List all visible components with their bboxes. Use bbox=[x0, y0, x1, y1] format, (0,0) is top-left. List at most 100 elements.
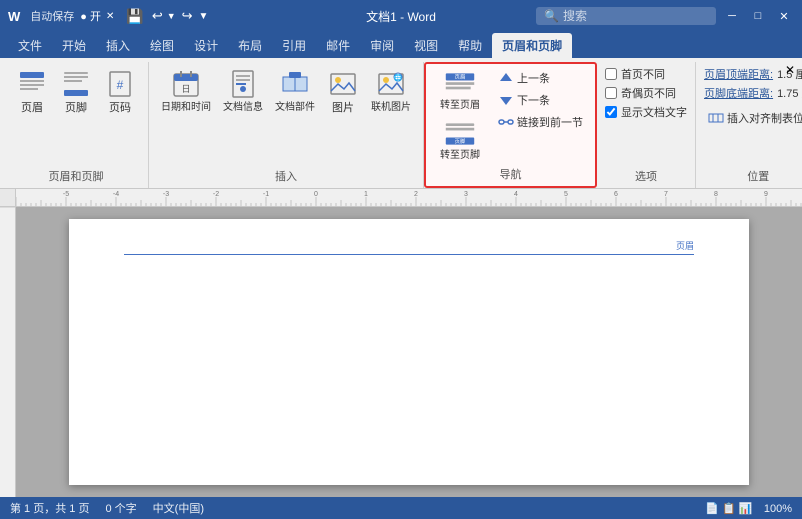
link-icon bbox=[498, 114, 514, 130]
undo-icon[interactable]: ↩ bbox=[152, 8, 163, 24]
opt-odd-even[interactable]: 奇偶页不同 bbox=[605, 85, 687, 101]
group-nav: 页眉 转至页眉 页脚 转至页脚 上一条 bbox=[424, 62, 597, 188]
date-icon: 日 bbox=[170, 68, 202, 100]
opt-show-doc[interactable]: 显示文档文字 bbox=[605, 104, 687, 120]
nav-btn-stack: 上一条 下一条 链接到前一节 bbox=[494, 68, 587, 132]
options-list: 首页不同 奇偶页不同 显示文档文字 bbox=[605, 66, 687, 120]
tab-home[interactable]: 开始 bbox=[52, 33, 96, 58]
tab-design[interactable]: 设计 bbox=[184, 33, 228, 58]
btn-goto-footer[interactable]: 页脚 转至页脚 bbox=[434, 118, 486, 164]
opt-odd-even-checkbox[interactable] bbox=[605, 87, 617, 99]
group-position-label: 位置 bbox=[704, 166, 802, 186]
svg-text:6: 6 bbox=[614, 191, 618, 198]
doc-body bbox=[69, 255, 749, 405]
autosave-toggle[interactable]: ● 开 bbox=[80, 8, 101, 24]
opt-show-doc-checkbox[interactable] bbox=[605, 106, 617, 118]
group-options: 首页不同 奇偶页不同 显示文档文字 选项 bbox=[597, 62, 696, 188]
image-icon bbox=[327, 68, 359, 100]
svg-text:5: 5 bbox=[564, 191, 568, 198]
goto-footer-icon: 页脚 bbox=[444, 120, 476, 148]
group-options-content: 首页不同 奇偶页不同 显示文档文字 bbox=[605, 64, 687, 166]
footer-bottom-value: 1.75 厘 bbox=[777, 85, 802, 101]
btn-image[interactable]: 图片 bbox=[323, 66, 363, 117]
doc-scroll[interactable]: 页眉 bbox=[16, 207, 802, 497]
header-icon bbox=[16, 68, 48, 100]
autosave-label: 自动保存 bbox=[30, 8, 74, 24]
group-insert: 日 日期和时间 文档信息 文档部件 图片 bbox=[149, 62, 424, 188]
btn-docparts[interactable]: 文档部件 bbox=[271, 66, 319, 116]
opt-first-page-checkbox[interactable] bbox=[605, 68, 617, 80]
search-box[interactable]: 🔍 bbox=[536, 7, 716, 25]
svg-text:页脚: 页脚 bbox=[455, 137, 466, 145]
btn-insert-align-label: 插入对齐制表位 bbox=[727, 110, 802, 126]
undo-dropdown-icon[interactable]: ▼ bbox=[167, 11, 176, 21]
ribbon: 页眉 页脚 # 页码 页眉和页脚 日 日期和时间 bbox=[0, 58, 802, 189]
btn-pagenum[interactable]: # 页码 bbox=[100, 66, 140, 117]
svg-text:-2: -2 bbox=[213, 191, 219, 198]
doc-title: 文档1 - Word bbox=[366, 8, 436, 25]
opt-first-page[interactable]: 首页不同 bbox=[605, 66, 687, 82]
footer-bottom-row: 页脚底端距离: 1.75 厘 bbox=[704, 85, 802, 101]
online-icon: 🌐 bbox=[375, 68, 407, 100]
tab-review[interactable]: 审阅 bbox=[360, 33, 404, 58]
btn-goto-header[interactable]: 页眉 转至页眉 bbox=[434, 68, 486, 114]
next-icon bbox=[498, 92, 514, 108]
prev-icon bbox=[498, 70, 514, 86]
redo-icon[interactable]: ↪ bbox=[182, 8, 193, 24]
search-input[interactable] bbox=[563, 9, 703, 23]
btn-insert-align[interactable]: 插入对齐制表位 bbox=[704, 108, 802, 128]
btn-link-label: 链接到前一节 bbox=[517, 114, 583, 130]
group-header-footer-label: 页眉和页脚 bbox=[12, 166, 140, 186]
save-icon[interactable]: 💾 bbox=[126, 8, 143, 25]
tab-references[interactable]: 引用 bbox=[272, 33, 316, 58]
word-icon: W bbox=[8, 9, 20, 24]
svg-text:8: 8 bbox=[714, 191, 718, 198]
btn-image-label: 图片 bbox=[332, 102, 354, 115]
ruler-corner bbox=[0, 189, 16, 207]
title-bar: W 自动保存 ● 开 ✕ 💾 ↩ ▼ ↪ ▼ 文档1 - Word 🔍 ─ □ … bbox=[0, 0, 802, 32]
svg-text:9: 9 bbox=[764, 191, 768, 198]
status-view-icons: 📄 📋 📊 bbox=[705, 503, 752, 515]
tab-mailings[interactable]: 邮件 bbox=[316, 33, 360, 58]
doc-header: 页眉 bbox=[124, 219, 694, 255]
btn-docinfo[interactable]: 文档信息 bbox=[219, 66, 267, 116]
svg-text:2: 2 bbox=[414, 191, 418, 198]
svg-text:4: 4 bbox=[514, 191, 518, 198]
ruler-svg: -5-4-3-2-10123456789 bbox=[16, 189, 802, 207]
close-ribbon-btn[interactable]: ✕ bbox=[782, 62, 798, 78]
tab-view[interactable]: 视图 bbox=[404, 33, 448, 58]
btn-link[interactable]: 链接到前一节 bbox=[494, 112, 587, 132]
tab-layout[interactable]: 布局 bbox=[228, 33, 272, 58]
svg-text:#: # bbox=[117, 78, 124, 92]
opt-first-page-label: 首页不同 bbox=[621, 66, 665, 82]
title-bar-left: W 自动保存 ● 开 ✕ 💾 ↩ ▼ ↪ ▼ bbox=[8, 8, 536, 25]
svg-text:-1: -1 bbox=[263, 191, 269, 198]
status-lang: 中文(中国) bbox=[153, 500, 204, 516]
btn-prev[interactable]: 上一条 bbox=[494, 68, 587, 88]
svg-text:0: 0 bbox=[314, 191, 318, 198]
btn-header[interactable]: 页眉 bbox=[12, 66, 52, 117]
ribbon-tabs: 文件 开始 插入 绘图 设计 布局 引用 邮件 审阅 视图 帮助 页眉和页脚 bbox=[0, 32, 802, 58]
tab-help[interactable]: 帮助 bbox=[448, 33, 492, 58]
btn-footer[interactable]: 页脚 bbox=[56, 66, 96, 117]
btn-next[interactable]: 下一条 bbox=[494, 90, 587, 110]
close-autosave-icon[interactable]: ✕ bbox=[106, 11, 114, 22]
close-btn[interactable]: ✕ bbox=[774, 6, 794, 26]
docparts-icon bbox=[279, 68, 311, 100]
more-quickaccess-icon[interactable]: ▼ bbox=[199, 11, 209, 22]
restore-btn[interactable]: □ bbox=[748, 6, 768, 26]
btn-online[interactable]: 🌐 联机图片 bbox=[367, 66, 415, 116]
tab-insert[interactable]: 插入 bbox=[96, 33, 140, 58]
btn-date-label: 日期和时间 bbox=[161, 102, 211, 114]
btn-date[interactable]: 日 日期和时间 bbox=[157, 66, 215, 116]
header-label: 页眉 bbox=[676, 239, 694, 252]
tab-header-footer[interactable]: 页眉和页脚 bbox=[492, 33, 572, 58]
doc-area: 页眉 bbox=[0, 207, 802, 497]
tab-file[interactable]: 文件 bbox=[8, 33, 52, 58]
footer-icon bbox=[60, 68, 92, 100]
group-position: 页眉顶端距离: 1.5 厘 页脚底端距离: 1.75 厘 插入对齐制表位 位置 bbox=[696, 62, 802, 188]
opt-odd-even-label: 奇偶页不同 bbox=[621, 85, 676, 101]
tab-draw[interactable]: 绘图 bbox=[140, 33, 184, 58]
group-nav-label: 导航 bbox=[434, 164, 587, 184]
minimize-btn[interactable]: ─ bbox=[722, 6, 742, 26]
